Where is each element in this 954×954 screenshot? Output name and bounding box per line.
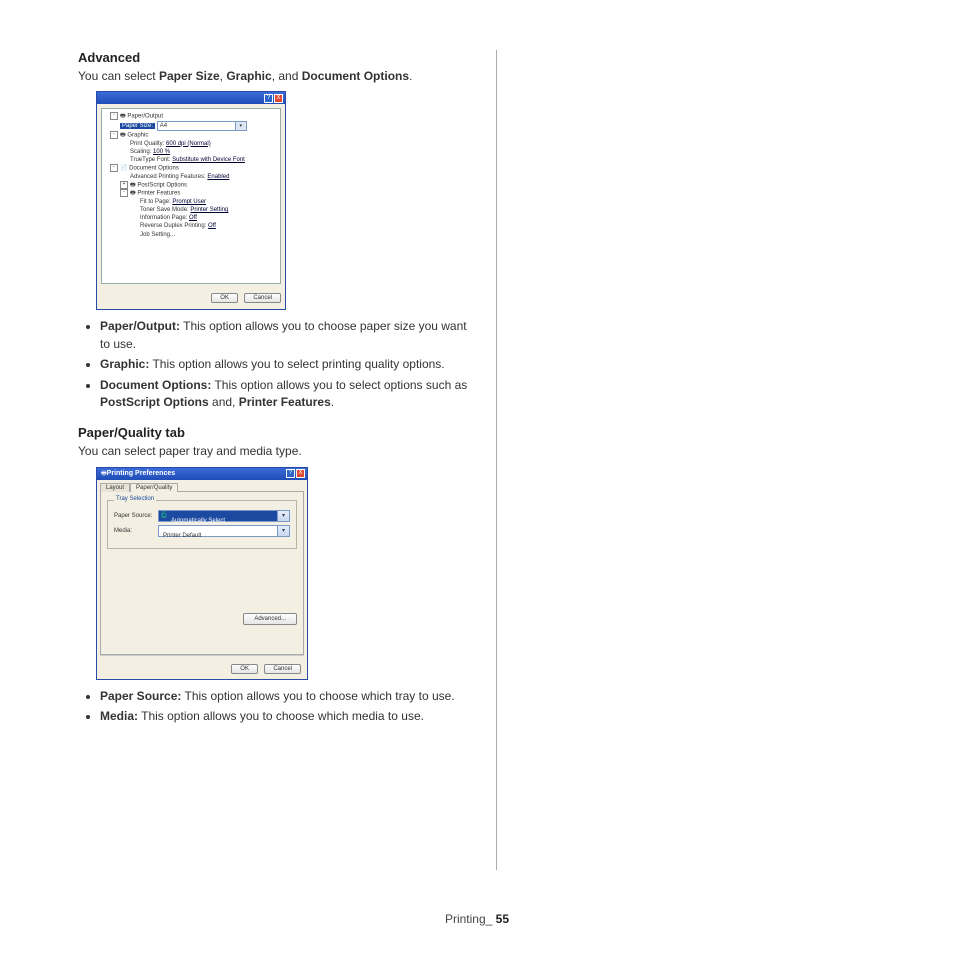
media-label: Media: [114, 528, 158, 534]
list-item-label: Document Options: [100, 378, 211, 392]
intro-advanced: You can select Paper Size, Graphic, and … [78, 68, 478, 85]
bullet-list-advanced: Paper/Output: This option allows you to … [78, 318, 478, 411]
list-item: Graphic: This option allows you to selec… [100, 356, 478, 373]
list-item: Paper/Output: This option allows you to … [100, 318, 478, 353]
close-button[interactable]: X [274, 94, 283, 103]
collapse-icon[interactable]: - [110, 112, 118, 120]
tree-label: Advanced Printing Features: [130, 174, 206, 180]
text: . [409, 69, 412, 83]
list-item-text: This option allows you to choose which m… [138, 709, 424, 723]
tree-node[interactable]: Printer Features [137, 191, 180, 197]
list-item-text: . [331, 395, 334, 409]
group-legend: Tray Selection [114, 496, 156, 502]
intro-paper-quality: You can select paper tray and media type… [78, 443, 478, 460]
list-item-label: Paper/Output: [100, 319, 180, 333]
tree-value[interactable]: Off [208, 223, 216, 229]
paper-size-select[interactable]: A4 [157, 121, 247, 131]
tree-value[interactable]: Printer Setting [190, 207, 228, 213]
tree-value[interactable]: Prompt User [172, 199, 206, 205]
cancel-button[interactable]: Cancel [264, 664, 301, 674]
tree-node[interactable]: Job Setting... [140, 232, 175, 238]
cancel-button[interactable]: Cancel [244, 293, 281, 303]
page-number: 55 [496, 912, 509, 926]
tree-value[interactable]: 100 % [153, 149, 170, 155]
advanced-button[interactable]: Advanced... [243, 613, 297, 625]
tree-label: Toner Save Mode: [140, 207, 189, 213]
tree-value[interactable]: Substitute with Device Font [172, 157, 245, 163]
list-item: Paper Source: This option allows you to … [100, 688, 478, 705]
list-item-label: Paper Source: [100, 689, 181, 703]
text-bold: Graphic [226, 69, 271, 83]
list-item-text: This option allows you to choose which t… [181, 689, 454, 703]
tree-node[interactable]: Paper/Output [127, 114, 163, 120]
tab-panel: Tray Selection Paper Source: ⎙ Automatic… [100, 491, 304, 655]
tree-node[interactable]: Document Options [129, 166, 179, 172]
titlebar: ? X [97, 92, 285, 104]
list-item-label: Graphic: [100, 357, 149, 371]
tree-value[interactable]: 600 dpi (Normal) [166, 141, 211, 147]
close-button[interactable]: X [296, 469, 305, 478]
tree-label: Fit to Page: [140, 199, 171, 205]
select-value: Printer Default [159, 533, 201, 539]
collapse-icon[interactable]: - [120, 189, 128, 197]
ok-button[interactable]: OK [211, 293, 238, 303]
collapse-icon[interactable]: - [110, 164, 118, 172]
list-item-text: and, [209, 395, 239, 409]
advanced-dialog: ? X -🖶 Paper/Output Paper Size: A4 -🖶 Gr… [96, 91, 286, 310]
bullet-list-pq: Paper Source: This option allows you to … [78, 688, 478, 726]
tree-value[interactable]: Enabled [207, 174, 229, 180]
help-button[interactable]: ? [264, 94, 273, 103]
tree-label: TrueType Font: [130, 157, 170, 163]
list-item-label: Media: [100, 709, 138, 723]
tree-value[interactable]: Off [189, 215, 197, 221]
text-bold: Paper Size [159, 69, 220, 83]
footer-sep: _ [486, 912, 496, 926]
paper-quality-dialog: 🖶 Printing Preferences ? X LayoutPaper/Q… [96, 467, 308, 680]
list-item-label: Printer Features [239, 395, 331, 409]
heading-advanced: Advanced [78, 50, 478, 65]
tree-label: Paper Size: [120, 123, 155, 129]
titlebar: 🖶 Printing Preferences ? X [97, 468, 307, 480]
tab-layout[interactable]: Layout [100, 483, 130, 492]
list-item-label: PostScript Options [100, 395, 209, 409]
text: , and [272, 69, 302, 83]
heading-paper-quality: Paper/Quality tab [78, 425, 478, 440]
paper-source-label: Paper Source: [114, 513, 158, 519]
list-item-text: This option allows you to select printin… [149, 357, 444, 371]
list-item: Media: This option allows you to choose … [100, 708, 478, 725]
paper-source-select[interactable]: ⎙ Automatically Select [158, 510, 290, 522]
text-bold: Document Options [302, 69, 409, 83]
list-item-text: This option allows you to select options… [211, 378, 467, 392]
text: You can select [78, 69, 159, 83]
tab-paper-quality[interactable]: Paper/Quality [130, 483, 178, 492]
dialog-title: Printing Preferences [107, 470, 285, 477]
tree-label: Print Quality: [130, 141, 164, 147]
list-item: Document Options: This option allows you… [100, 377, 478, 412]
options-tree: -🖶 Paper/Output Paper Size: A4 -🖶 Graphi… [101, 108, 281, 284]
tray-icon: ⎙ [161, 512, 169, 520]
help-button[interactable]: ? [286, 469, 295, 478]
tree-node[interactable]: Graphic [127, 133, 148, 139]
page-footer: Printing_ 55 [0, 912, 954, 926]
tray-selection-group: Tray Selection Paper Source: ⎙ Automatic… [107, 500, 297, 549]
media-select[interactable]: Printer Default [158, 525, 290, 537]
collapse-icon[interactable]: - [110, 131, 118, 139]
ok-button[interactable]: OK [231, 664, 258, 674]
expand-icon[interactable]: + [120, 181, 128, 189]
tree-label: Information Page: [140, 215, 187, 221]
tree-label: Scaling: [130, 149, 151, 155]
tree-node[interactable]: PostScript Options [137, 182, 187, 188]
footer-section: Printing [445, 912, 486, 926]
tree-label: Reverse Duplex Printing: [140, 223, 206, 229]
